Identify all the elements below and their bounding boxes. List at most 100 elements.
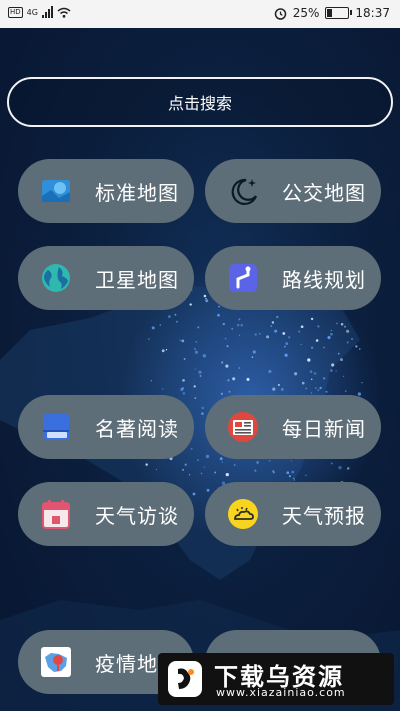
moon-stars-icon [225, 173, 261, 209]
city-light-dot [310, 392, 313, 394]
city-light-dot [222, 322, 225, 326]
city-light-dot [206, 488, 210, 492]
city-light-dot [337, 352, 340, 355]
menu-label: 天气访谈 [95, 503, 179, 528]
city-light-dot [214, 471, 216, 473]
city-light-dot [282, 332, 286, 335]
city-light-dot [305, 474, 307, 477]
city-light-dot [315, 339, 319, 342]
city-light-dot [325, 390, 328, 393]
city-light-dot [203, 466, 206, 468]
city-light-dot [284, 345, 286, 348]
city-light-dot [290, 460, 293, 462]
city-light-dot [266, 335, 270, 339]
city-light-dot [214, 472, 216, 475]
city-light-dot [197, 326, 200, 329]
city-light-dot [150, 380, 152, 382]
status-bar: HD 4G 25% 18:37 [0, 0, 400, 28]
city-light-dot [294, 372, 298, 376]
menu-button-classic-reading[interactable]: 名著阅读 [18, 395, 194, 459]
signal-icon [41, 6, 53, 18]
city-light-dot [193, 385, 196, 388]
city-light-dot [220, 392, 224, 396]
city-light-dot [310, 378, 313, 381]
city-light-dot [203, 294, 207, 298]
city-light-dot [194, 397, 197, 399]
city-light-dot [344, 390, 347, 392]
city-light-dot [277, 383, 280, 386]
wifi-icon [57, 7, 71, 18]
city-light-dot [197, 459, 199, 461]
menu-button-daily-news[interactable]: 每日新闻 [205, 395, 381, 459]
city-light-dot [357, 392, 362, 396]
menu-button-satellite-map[interactable]: 卫星地图 [18, 246, 194, 310]
menu-button-bus-map[interactable]: 公交地图 [205, 159, 381, 223]
city-light-dot [254, 333, 257, 336]
city-light-dot [232, 377, 236, 381]
calendar-icon [38, 496, 74, 532]
city-light-dot [233, 464, 236, 466]
search-bar[interactable]: 点击搜索 [7, 77, 393, 127]
city-light-dot [205, 299, 209, 303]
city-light-dot [254, 469, 257, 472]
clock: 18:37 [355, 6, 390, 20]
city-light-dot [293, 479, 296, 481]
watermark-url: www.xiazainiao.com [216, 686, 346, 699]
city-light-dot [198, 370, 202, 374]
city-light-dot [224, 337, 227, 340]
city-light-dot [336, 322, 338, 325]
city-light-dot [310, 346, 314, 349]
city-light-dot [340, 322, 344, 326]
menu-label: 每日新闻 [282, 416, 366, 441]
city-light-dot [291, 470, 295, 474]
city-light-dot [317, 325, 320, 328]
city-light-dot [240, 323, 244, 327]
city-light-dot [201, 406, 204, 410]
menu-button-route-planning[interactable]: 路线规划 [205, 246, 381, 310]
hd-icon: HD [8, 6, 23, 18]
city-light-dot [272, 470, 274, 472]
city-light-dot [218, 305, 220, 308]
city-light-dot [205, 454, 210, 459]
city-light-dot [189, 303, 192, 306]
bird-logo-icon [168, 661, 202, 697]
city-light-dot [350, 337, 354, 341]
city-light-dot [286, 471, 290, 475]
menu-button-weather-forecast[interactable]: 天气预报 [205, 482, 381, 546]
menu-button-standard-map[interactable]: 标准地图 [18, 159, 194, 223]
search-label: 点击搜索 [167, 94, 232, 113]
city-light-dot [268, 369, 272, 374]
city-light-dot [176, 320, 178, 323]
city-light-dot [231, 327, 234, 330]
city-light-dot [246, 377, 250, 381]
alarm-icon [274, 7, 286, 20]
menu-label: 名著阅读 [95, 416, 179, 441]
city-light-dot [161, 349, 165, 353]
city-light-dot [301, 381, 305, 385]
city-light-dot [217, 313, 220, 317]
city-light-dot [194, 368, 196, 370]
city-light-dot [238, 334, 241, 337]
city-light-dot [148, 338, 150, 340]
menu-label: 公交地图 [282, 180, 366, 205]
battery-percent: 25% [292, 6, 320, 20]
city-light-dot [162, 388, 164, 390]
city-light-dot [309, 370, 313, 373]
city-light-dot [340, 358, 343, 362]
menu-label: 路线规划 [282, 267, 366, 292]
city-light-dot [179, 339, 181, 341]
city-light-dot [330, 369, 333, 372]
city-light-dot [227, 379, 230, 382]
city-light-dot [335, 370, 337, 372]
city-light-dot [165, 349, 168, 351]
city-light-dot [238, 367, 241, 369]
city-light-dot [221, 361, 224, 364]
city-light-dot [151, 326, 155, 330]
city-light-dot [155, 468, 158, 471]
epidemic-map-icon [38, 644, 74, 680]
menu-button-weather-interview[interactable]: 天气访谈 [18, 482, 194, 546]
city-light-dot [188, 474, 191, 476]
city-light-dot [256, 461, 259, 464]
city-light-dot [200, 472, 203, 475]
network-type: 4G [26, 7, 38, 17]
